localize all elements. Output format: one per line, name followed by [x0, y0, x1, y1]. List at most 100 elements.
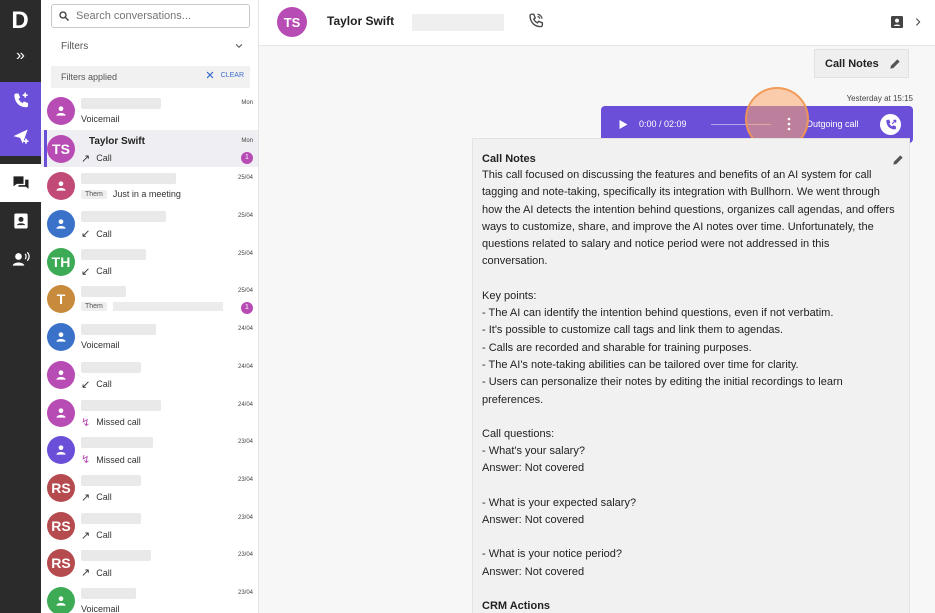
conversation-preview: ↯ Missed call — [81, 453, 141, 466]
conversation-date: 23/04 — [237, 514, 253, 521]
conversation-date: 23/04 — [237, 552, 253, 559]
preview-text: Call — [96, 492, 112, 503]
person-icon — [56, 219, 66, 229]
pencil-icon — [890, 58, 900, 69]
conversation-avatar: TS — [47, 134, 75, 163]
redacted-name — [81, 361, 141, 373]
contact-avatar[interactable]: TS — [277, 7, 307, 37]
conversation-avatar — [47, 360, 75, 389]
call-direction-icon: ↗ — [81, 529, 91, 542]
redacted-name — [81, 474, 141, 486]
outgoing-call-icon — [885, 119, 896, 129]
chat-icon — [13, 176, 28, 189]
conversation-header: TS Taylor Swift — [259, 0, 935, 46]
filters-applied-bar: Filters applied CLEAR — [51, 66, 250, 88]
preview-text: Missed call — [96, 454, 141, 465]
conversation-item[interactable]: Voicemail 23/04 — [41, 582, 258, 613]
more-options-icon[interactable] — [787, 117, 791, 131]
contact-number-redacted — [412, 14, 504, 31]
key-point: - The AI can identify the intention behi… — [482, 307, 834, 320]
call-direction-icon: ↯ — [81, 416, 91, 429]
conversation-preview: Voicemail — [81, 114, 120, 124]
chevron-right-icon[interactable] — [913, 16, 923, 28]
conversation-avatar: TH — [47, 247, 75, 276]
question: - What is your expected salary? — [482, 496, 637, 509]
clear-filters-button[interactable]: CLEAR — [205, 70, 244, 80]
send-plus-icon — [13, 129, 28, 144]
preview-text: Just in a meeting — [112, 189, 181, 200]
redacted-name — [81, 587, 136, 599]
conversation-item[interactable]: RS ↗ Call 23/04 — [41, 544, 258, 582]
rail-conversations-button[interactable] — [0, 164, 41, 202]
search-input[interactable] — [76, 10, 236, 22]
conversation-item[interactable]: TH ↙ Call 25/04 — [41, 243, 258, 281]
call-direction-icon: ↗ — [81, 152, 91, 165]
close-icon — [206, 71, 214, 79]
preview-text: Voicemail — [81, 340, 120, 351]
conversation-date: 23/04 — [237, 476, 253, 483]
conversation-item[interactable]: RS ↗ Call 23/04 — [41, 469, 258, 507]
conversation-item[interactable]: Voicemail Mon — [41, 92, 258, 130]
redacted-name — [81, 437, 153, 449]
conversation-preview: ↗ Call — [81, 529, 112, 542]
redacted-name — [81, 324, 156, 336]
key-points-title: Key points: — [482, 289, 537, 302]
conversation-item[interactable]: TS Taylor Swift ↗ Call Mon 1 — [41, 129, 258, 168]
app-logo: D — [11, 7, 29, 34]
conversation-item[interactable]: ↙ Call 24/04 — [41, 356, 258, 394]
conversation-preview: ↙ Call — [81, 227, 112, 240]
key-point: - It's possible to customize call tags a… — [482, 324, 784, 337]
conversation-preview: Them Just in a meeting — [81, 189, 181, 199]
conversation-item[interactable]: ↯ Missed call 23/04 — [41, 431, 258, 469]
conversation-preview: ↗ Call — [81, 491, 112, 504]
nav-rail: D » — [0, 0, 41, 613]
conversation-avatar: RS — [47, 473, 75, 502]
conversation-date: 25/04 — [237, 250, 253, 257]
call-direction-icon: ↗ — [81, 491, 91, 504]
redacted-preview — [112, 302, 223, 312]
person-icon — [56, 370, 66, 380]
expand-rail-button[interactable]: » — [0, 44, 41, 68]
conversation-items: Voicemail Mon TS Taylor Swift ↗ Call Mon 1 Them J… — [41, 92, 258, 613]
conversation-item[interactable]: Voicemail 24/04 — [41, 318, 258, 356]
search-box[interactable] — [51, 4, 250, 28]
answer: Answer: Not covered — [482, 514, 585, 527]
preview-text: Voicemail — [81, 603, 120, 613]
rail-send-button[interactable] — [0, 118, 41, 156]
call-direction-icon: ↯ — [81, 454, 91, 467]
filters-dropdown[interactable]: Filters — [51, 36, 250, 56]
conversation-avatar — [47, 586, 75, 613]
conversation-avatar: T — [47, 285, 75, 314]
phone-plus-icon — [13, 92, 28, 108]
conversation-item[interactable]: ↙ Call 25/04 — [41, 205, 258, 243]
call-direction-icon: ↙ — [81, 378, 91, 391]
edit-notes-icon[interactable] — [891, 153, 905, 167]
call-direction-icon: ↙ — [81, 228, 91, 241]
question: - What's your salary? — [482, 445, 585, 458]
chevron-down-icon — [235, 43, 243, 48]
call-notes-button[interactable]: Call Notes — [814, 49, 909, 78]
rail-contacts-button[interactable] — [0, 202, 41, 240]
crm-actions-title: CRM Actions — [482, 599, 551, 612]
redacted-name — [81, 286, 126, 298]
rail-voice-button[interactable] — [0, 240, 41, 278]
play-icon[interactable] — [617, 118, 629, 131]
conversation-avatar: RS — [47, 549, 75, 578]
redacted-name — [81, 98, 161, 109]
conversation-item[interactable]: RS ↗ Call 23/04 — [41, 507, 258, 545]
conversation-avatar — [47, 210, 75, 239]
conversation-date: 25/04 — [237, 288, 253, 295]
playback-time: 0:00 / 02:09 — [639, 119, 687, 129]
rail-calls-button[interactable] — [0, 82, 41, 120]
conversation-item[interactable]: T Them 25/04 1 — [41, 280, 258, 318]
phone-call-icon[interactable] — [527, 12, 545, 30]
contact-name[interactable]: Taylor Swift — [327, 14, 394, 28]
contact-card-icon[interactable] — [889, 14, 905, 30]
notes-summary: This call focused on discussing the feat… — [482, 169, 895, 268]
redacted-name — [81, 512, 141, 524]
person-icon — [56, 181, 66, 192]
conversation-item[interactable]: Them Just in a meeting 25/04 — [41, 167, 258, 205]
contacts-icon — [13, 213, 28, 229]
conversation-item[interactable]: ↯ Missed call 24/04 — [41, 394, 258, 432]
conversation-preview: Voicemail — [81, 604, 120, 613]
